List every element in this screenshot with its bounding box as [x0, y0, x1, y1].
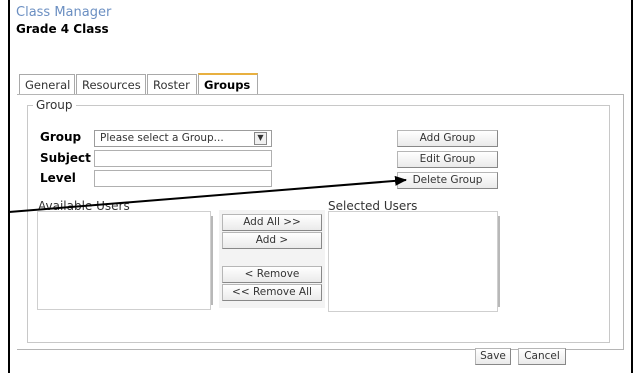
remove-all-button[interactable]: << Remove All: [222, 284, 322, 301]
chevron-down-icon: ▼: [254, 132, 267, 145]
group-select[interactable]: Please select a Group... ▼: [94, 130, 272, 147]
edit-group-button[interactable]: Edit Group: [397, 151, 498, 168]
level-field[interactable]: [94, 170, 272, 187]
tab-roster[interactable]: Roster: [147, 74, 197, 94]
add-group-button[interactable]: Add Group: [397, 130, 498, 147]
group-legend: Group: [33, 98, 76, 112]
tab-resources[interactable]: Resources: [76, 74, 146, 94]
tab-general[interactable]: General: [19, 74, 75, 94]
group-select-value: Please select a Group...: [100, 132, 224, 144]
selected-users-list[interactable]: [328, 211, 500, 312]
scrollbar[interactable]: [211, 216, 213, 305]
class-name: Grade 4 Class: [16, 22, 109, 36]
subject-field[interactable]: [94, 150, 272, 167]
scrollbar[interactable]: [498, 216, 500, 307]
tab-label: Roster: [153, 78, 190, 92]
app-title: Class Manager: [16, 5, 112, 20]
tab-label: Resources: [82, 78, 141, 92]
tab-label: Groups: [204, 78, 251, 92]
group-label: Group: [40, 130, 82, 144]
save-button[interactable]: Save: [475, 348, 511, 365]
cancel-button[interactable]: Cancel: [518, 348, 566, 365]
tab-label: General: [25, 78, 71, 92]
remove-button[interactable]: < Remove: [222, 266, 322, 283]
add-button[interactable]: Add >: [222, 232, 322, 249]
available-users-list[interactable]: [37, 211, 213, 310]
subject-label: Subject: [40, 151, 91, 165]
tab-groups[interactable]: Groups: [198, 73, 258, 94]
delete-group-button[interactable]: Delete Group: [397, 172, 498, 189]
level-label: Level: [40, 171, 76, 185]
add-all-button[interactable]: Add All >>: [222, 214, 322, 231]
